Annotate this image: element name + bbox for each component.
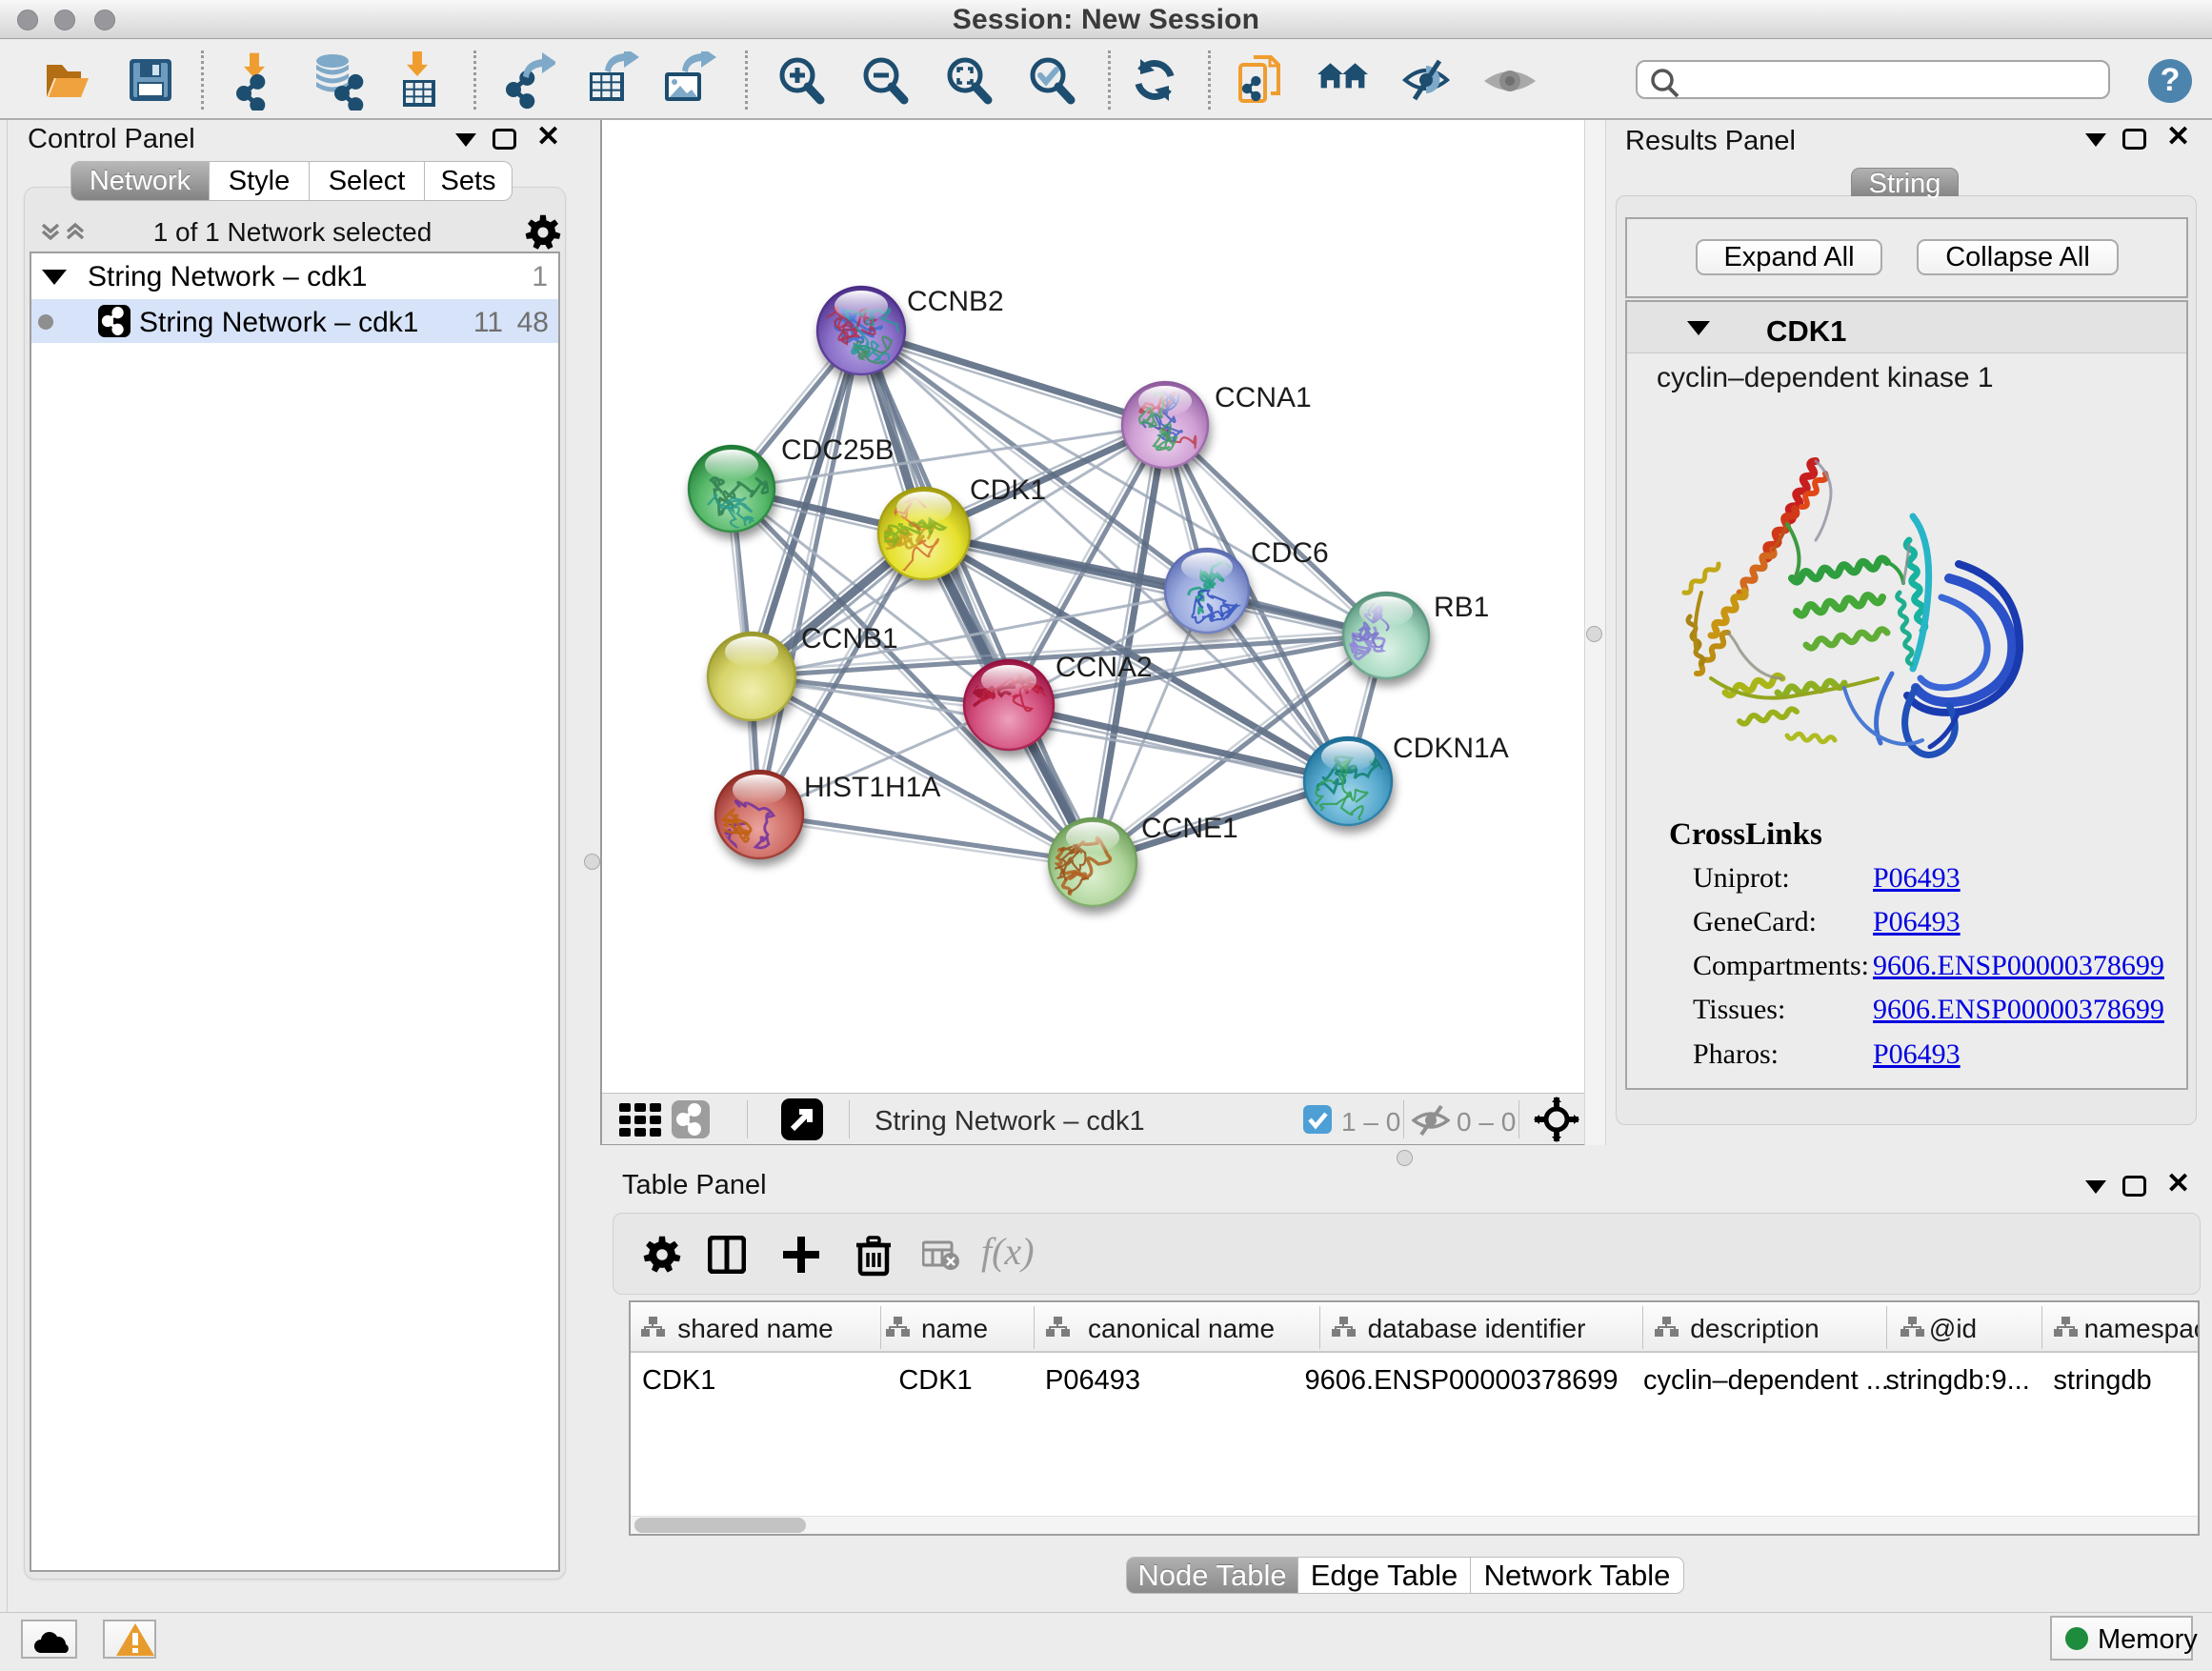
svg-text:CCNB1: CCNB1: [801, 623, 898, 654]
svg-text:RB1: RB1: [1434, 592, 1489, 623]
svg-text:CCNE1: CCNE1: [1141, 813, 1238, 844]
svg-text:CCNA2: CCNA2: [1056, 652, 1153, 683]
svg-text:CDKN1A: CDKN1A: [1393, 733, 1509, 764]
svg-text:?: ?: [2161, 62, 2181, 98]
svg-text:CDC6: CDC6: [1251, 537, 1329, 569]
svg-text:CCNA1: CCNA1: [1215, 382, 1312, 413]
svg-text:HIST1H1A: HIST1H1A: [804, 772, 940, 803]
svg-text:CCNB2: CCNB2: [907, 286, 1004, 317]
svg-text:CDK1: CDK1: [970, 474, 1046, 506]
svg-text:CDC25B: CDC25B: [781, 434, 894, 466]
